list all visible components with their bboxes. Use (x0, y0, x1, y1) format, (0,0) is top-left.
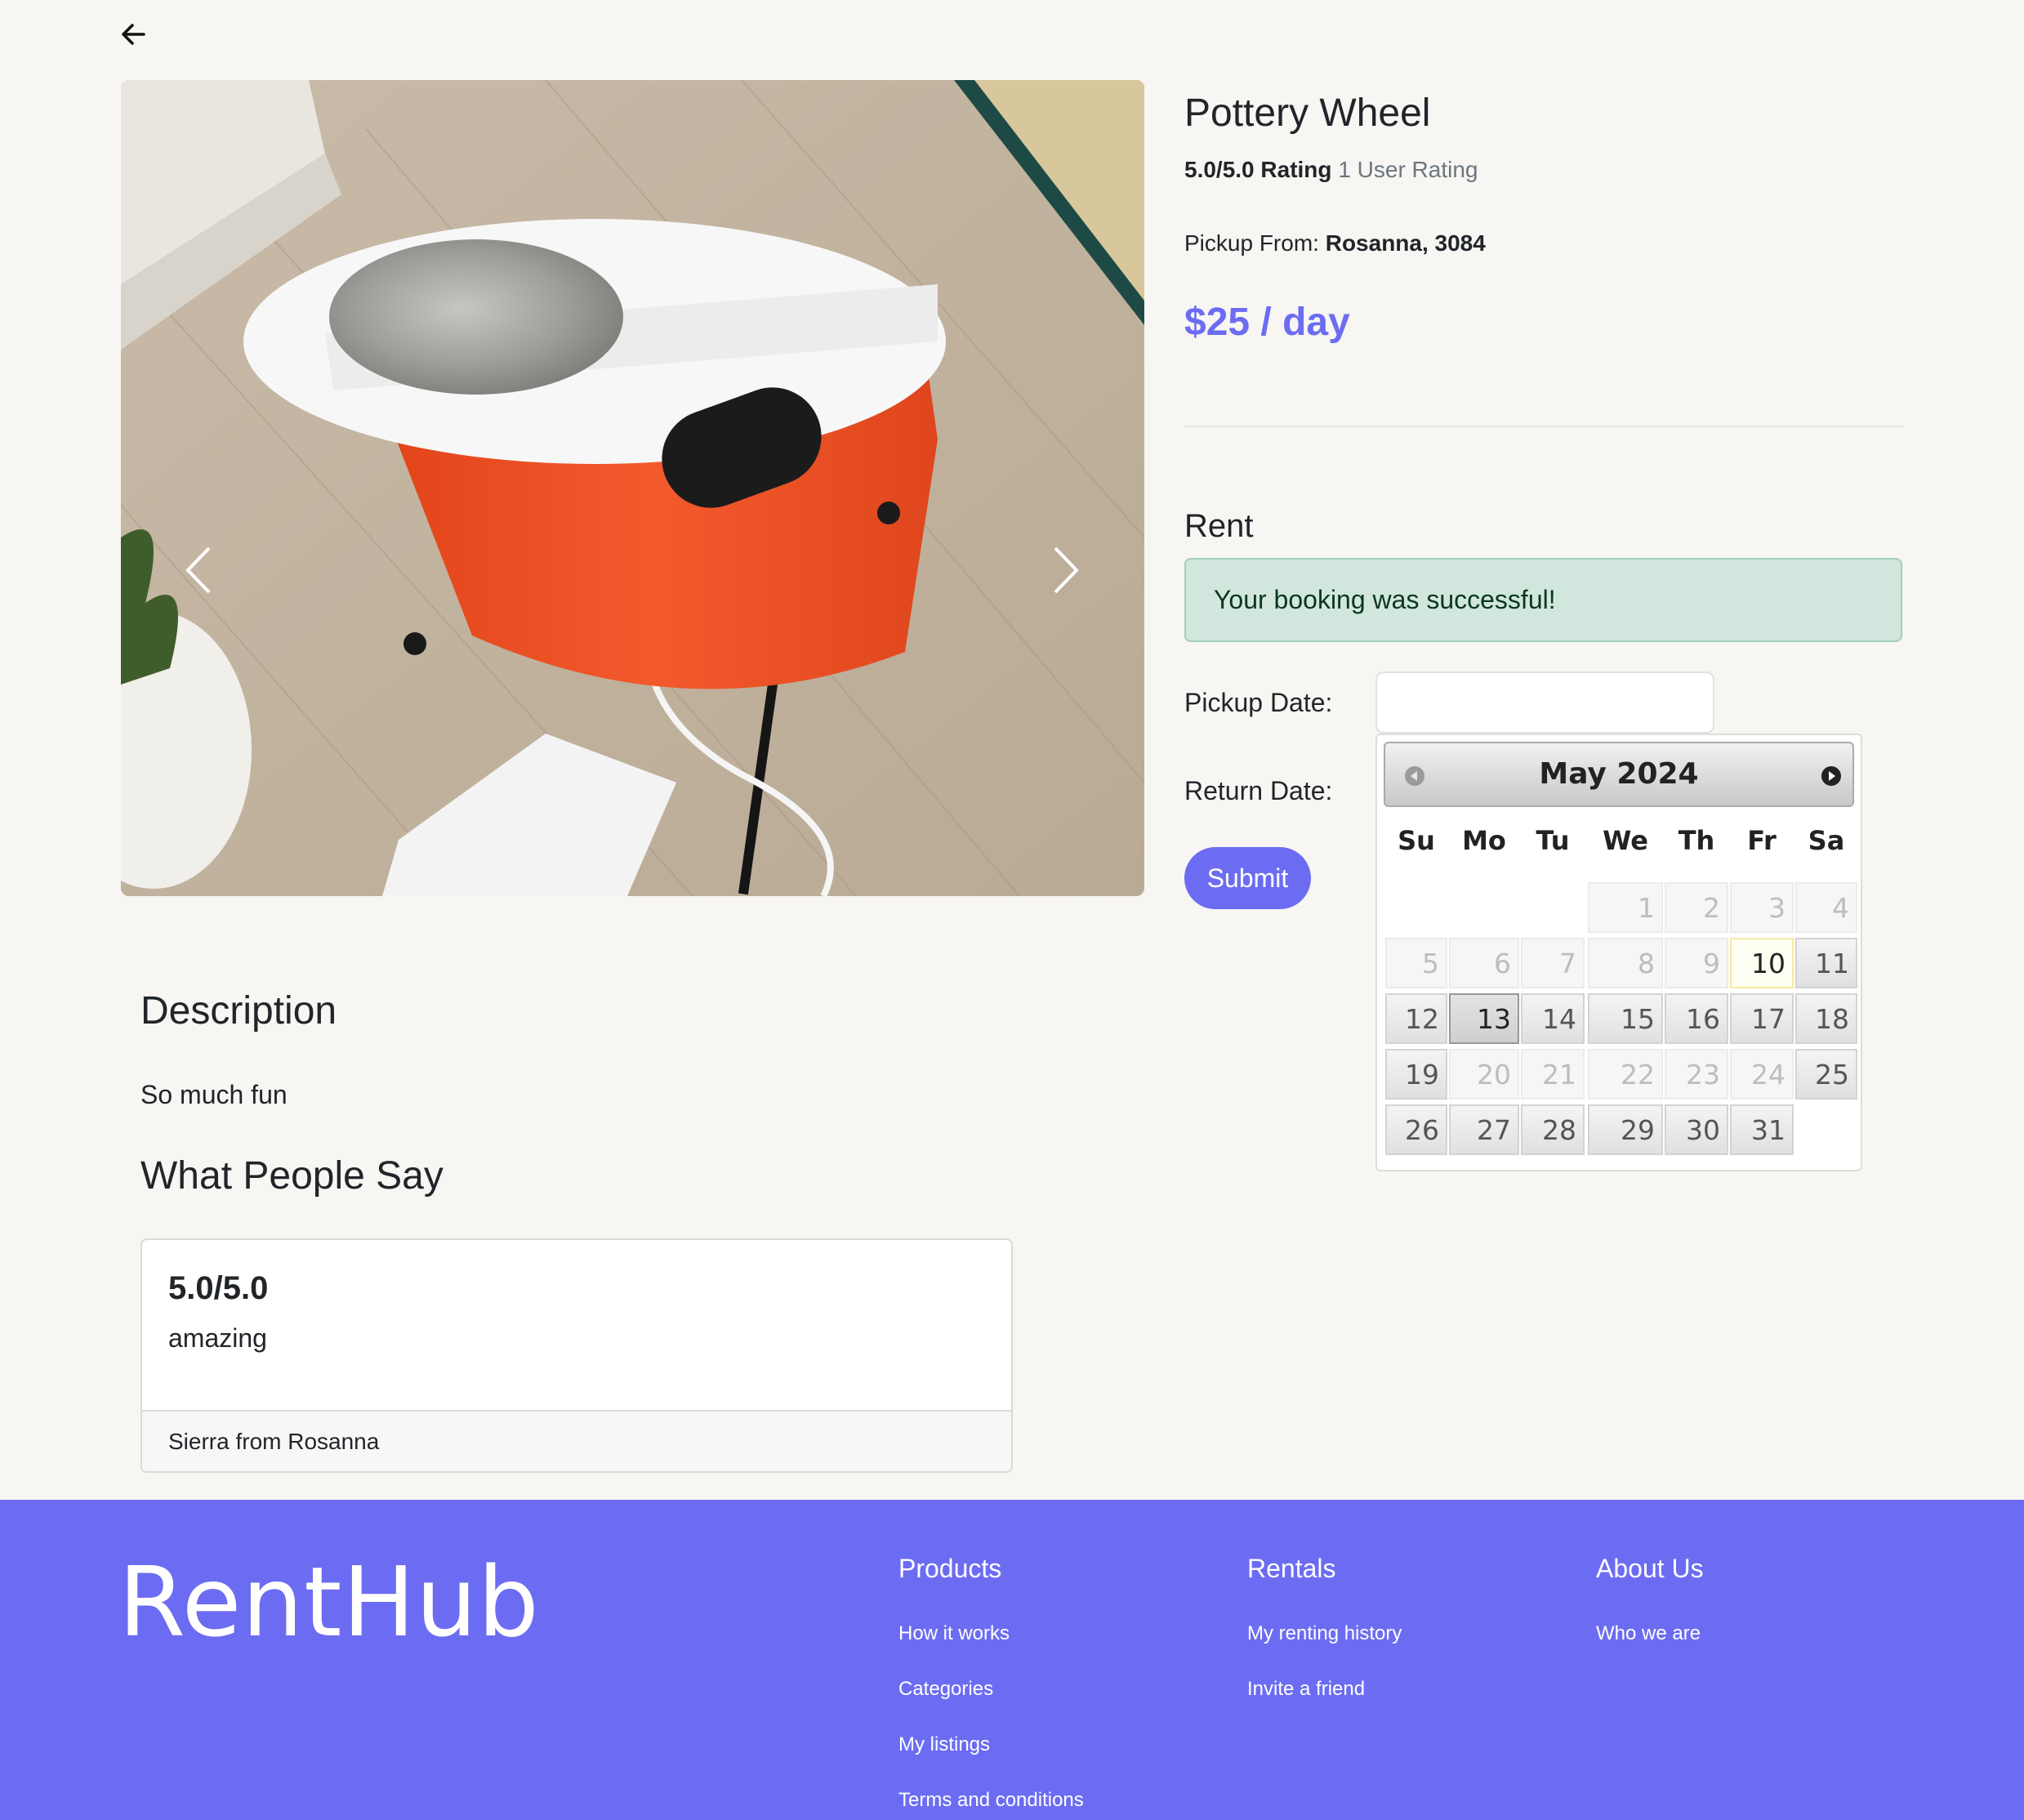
return-date-label: Return Date: (1184, 776, 1333, 805)
booking-success-alert: Your booking was successful! (1184, 558, 1902, 642)
calendar-day: 2 (1665, 882, 1728, 933)
weekday-header: Th (1678, 825, 1715, 856)
product-price: $25 / day (1184, 301, 1350, 344)
arrow-left-icon (122, 24, 145, 45)
pickup-date-label: Pickup Date: (1184, 688, 1333, 717)
weekday-header: We (1603, 825, 1648, 856)
carousel-next-button[interactable] (1045, 542, 1086, 599)
calendar-day: 24 (1730, 1049, 1794, 1100)
calendar-day[interactable]: 18 (1795, 993, 1857, 1044)
calendar-day: 21 (1521, 1049, 1585, 1100)
weekday-header: Fr (1747, 825, 1777, 856)
chevron-right-icon (1054, 546, 1079, 594)
footer-link-invite-friend[interactable]: Invite a friend (1247, 1676, 1402, 1702)
circle-triangle-right-icon[interactable] (1820, 765, 1843, 787)
calendar-day: 8 (1588, 938, 1663, 988)
review-text: amazing (168, 1323, 267, 1353)
footer-column-rentals: Rentals My renting history Invite a frie… (1247, 1552, 1402, 1702)
footer-column-about: About Us Who we are (1596, 1552, 1704, 1647)
weekday-header: Su (1398, 825, 1435, 856)
back-button[interactable] (114, 15, 154, 54)
review-card: 5.0/5.0 amazing Sierra from Rosanna (140, 1238, 1013, 1473)
calendar-day[interactable]: 15 (1588, 993, 1663, 1044)
datepicker-header: May 2024 (1384, 742, 1854, 807)
renthub-logo[interactable]: RentHub (118, 1549, 540, 1655)
review-author: Sierra from Rosanna (142, 1410, 1011, 1471)
pickup-date-input[interactable] (1375, 671, 1714, 734)
description-title: Description (140, 989, 337, 1033)
calendar-day: 3 (1730, 882, 1794, 933)
footer-link-renting-history[interactable]: My renting history (1247, 1621, 1402, 1647)
datepicker-calendar: May 2024 Su Mo Tu We Th Fr Sa 1 2 3 4 5 6 7 8 9 10 11 12 1… (1375, 734, 1862, 1171)
carousel-prev-button[interactable] (178, 542, 219, 599)
calendar-day[interactable]: 26 (1385, 1104, 1447, 1155)
footer-link-who-we-are[interactable]: Who we are (1596, 1621, 1704, 1647)
pickup-location-label: Pickup From: (1184, 230, 1319, 256)
calendar-day: 6 (1449, 938, 1519, 988)
calendar-day: 20 (1449, 1049, 1519, 1100)
submit-button[interactable]: Submit (1184, 847, 1311, 909)
calendar-day[interactable]: 19 (1385, 1049, 1447, 1100)
review-rating: 5.0/5.0 (168, 1270, 269, 1306)
calendar-day[interactable]: 31 (1730, 1104, 1794, 1155)
divider (1184, 426, 1904, 427)
circle-triangle-left-icon[interactable] (1403, 765, 1426, 787)
rating-value: 5.0/5.0 Rating (1184, 157, 1332, 182)
site-footer: RentHub Products How it works Categories… (0, 1500, 2024, 1820)
calendar-day[interactable]: 16 (1665, 993, 1728, 1044)
pickup-location-value: Rosanna, 3084 (1325, 230, 1486, 256)
weekday-header: Tu (1536, 825, 1570, 856)
rating-count: 1 User Rating (1338, 157, 1478, 182)
calendar-day[interactable]: 13 (1449, 993, 1519, 1044)
weekday-header: Sa (1808, 825, 1845, 856)
calendar-day: 7 (1521, 938, 1585, 988)
calendar-day[interactable]: 12 (1385, 993, 1447, 1044)
calendar-day[interactable]: 27 (1449, 1104, 1519, 1155)
product-title: Pottery Wheel (1184, 91, 1431, 135)
footer-column-products: Products How it works Categories My list… (898, 1552, 1084, 1813)
footer-link-terms[interactable]: Terms and conditions (898, 1787, 1084, 1813)
footer-column-title: About Us (1596, 1554, 1704, 1583)
calendar-day[interactable]: 29 (1588, 1104, 1663, 1155)
datepicker-month-title: May 2024 (1539, 757, 1699, 791)
footer-link-my-listings[interactable]: My listings (898, 1732, 1084, 1758)
product-photo (121, 80, 1144, 896)
reviews-title: What People Say (140, 1154, 444, 1198)
product-rating: 5.0/5.0 Rating 1 User Rating (1184, 155, 1478, 185)
calendar-day: 23 (1665, 1049, 1728, 1100)
rent-section-title: Rent (1184, 508, 1254, 544)
footer-column-title: Products (898, 1554, 1002, 1583)
calendar-day: 5 (1385, 938, 1447, 988)
chevron-left-icon (185, 546, 211, 594)
calendar-day[interactable]: 17 (1730, 993, 1794, 1044)
description-text: So much fun (140, 1080, 288, 1109)
calendar-day: 4 (1795, 882, 1857, 933)
calendar-day[interactable]: 25 (1795, 1049, 1857, 1100)
weekday-header: Mo (1462, 825, 1506, 856)
product-image-carousel (121, 80, 1144, 896)
footer-column-title: Rentals (1247, 1554, 1336, 1583)
calendar-day[interactable]: 11 (1795, 938, 1857, 988)
calendar-day: 1 (1588, 882, 1663, 933)
calendar-day: 22 (1588, 1049, 1663, 1100)
calendar-day[interactable]: 14 (1521, 993, 1585, 1044)
pickup-location: Pickup From: Rosanna, 3084 (1184, 229, 1486, 258)
calendar-day[interactable]: 28 (1521, 1104, 1585, 1155)
footer-link-categories[interactable]: Categories (898, 1676, 1084, 1702)
calendar-day: 9 (1665, 938, 1728, 988)
calendar-day[interactable]: 30 (1665, 1104, 1728, 1155)
footer-link-how-it-works[interactable]: How it works (898, 1621, 1084, 1647)
calendar-day[interactable]: 10 (1730, 938, 1794, 988)
